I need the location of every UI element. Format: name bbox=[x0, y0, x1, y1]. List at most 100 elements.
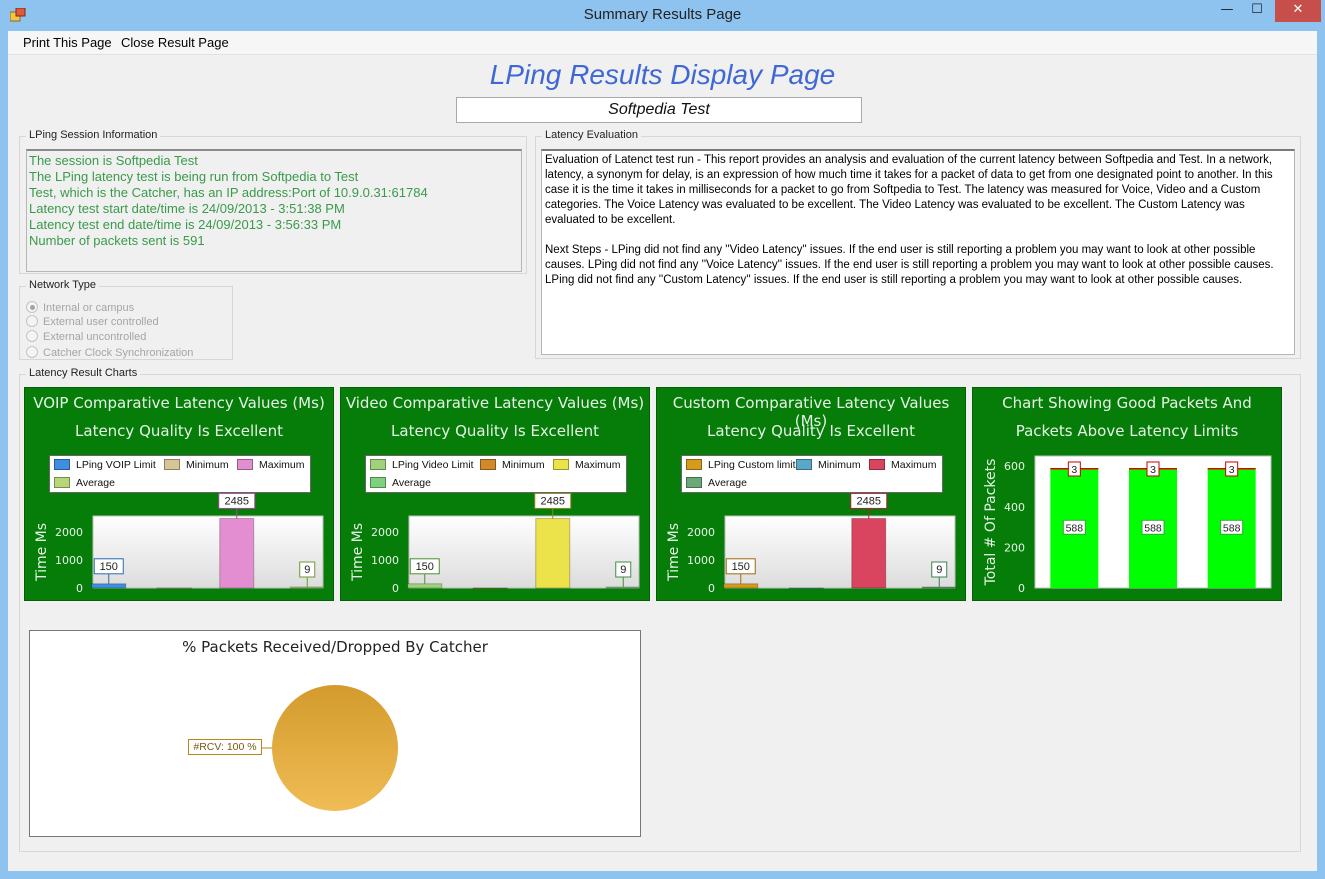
close-button[interactable]: ✕ bbox=[1275, 0, 1321, 22]
session-line: Number of packets sent is 591 bbox=[29, 233, 205, 248]
y-tick-label: 1000 bbox=[687, 554, 715, 567]
legend-item: Average bbox=[370, 477, 431, 489]
legend-swatch bbox=[164, 459, 180, 470]
legend-label: Minimum bbox=[502, 459, 545, 471]
legend-item: Minimum bbox=[480, 459, 545, 471]
y-tick-label: 1000 bbox=[371, 554, 399, 567]
y-axis-label: Total # Of Packets bbox=[983, 459, 999, 587]
maximize-button[interactable]: ☐ bbox=[1242, 0, 1272, 22]
data-label: 2485 bbox=[857, 495, 881, 507]
latency-evaluation-textbox[interactable]: Evaluation of Latenct test run - This re… bbox=[541, 149, 1295, 355]
legend-item: LPing VOIP Limit bbox=[54, 459, 156, 471]
radio-button[interactable] bbox=[26, 330, 38, 342]
legend-label: Average bbox=[708, 477, 747, 489]
legend-label: Average bbox=[392, 477, 431, 489]
radio-label: Internal or campus bbox=[43, 302, 135, 314]
bar bbox=[535, 517, 571, 589]
radio-button[interactable] bbox=[26, 346, 38, 358]
radio-label: External user controlled bbox=[43, 316, 159, 328]
plot-area bbox=[408, 515, 640, 589]
legend-swatch bbox=[370, 459, 386, 470]
radio-label: External uncontrolled bbox=[43, 331, 147, 343]
data-label: 588 bbox=[1144, 522, 1162, 534]
y-tick-label: 2000 bbox=[687, 526, 715, 539]
bar bbox=[605, 586, 641, 589]
legend-label: Minimum bbox=[818, 459, 861, 471]
network-type-label: Network Type bbox=[26, 279, 100, 291]
packets-received-pie-chart: % Packets Received/Dropped By Catcher #R… bbox=[29, 630, 641, 837]
page-title: LPing Results Display Page bbox=[489, 59, 836, 90]
bar bbox=[91, 583, 127, 589]
chart-legend: LPing Video Limit Minimum Maximum Average bbox=[365, 455, 627, 493]
legend-item: Minimum bbox=[796, 459, 861, 471]
window-title: Summary Results Page bbox=[583, 6, 742, 23]
legend-item: Minimum bbox=[164, 459, 229, 471]
bar bbox=[788, 587, 824, 589]
legend-label: LPing VOIP Limit bbox=[76, 459, 156, 471]
session-line: The session is Softpedia Test bbox=[29, 153, 198, 168]
y-tick-label: 0 bbox=[708, 582, 715, 595]
data-label: 3 bbox=[1071, 464, 1077, 476]
legend-label: Maximum bbox=[259, 459, 305, 471]
y-axis-label: Time Ms bbox=[666, 523, 682, 582]
minimize-button[interactable]: — bbox=[1212, 0, 1242, 22]
bar bbox=[219, 517, 255, 589]
data-label: 9 bbox=[620, 564, 626, 576]
menu-print-page[interactable]: Print This Page bbox=[23, 35, 112, 50]
latency-evaluation-group: Latency Evaluation Evaluation of Latenct… bbox=[535, 129, 1301, 359]
y-axis-label: Time Ms bbox=[34, 523, 50, 582]
radio-catcher-clock-sync[interactable]: Catcher Clock Synchronization bbox=[26, 346, 193, 359]
legend-item: Average bbox=[54, 477, 115, 489]
legend-item: LPing Video Limit bbox=[370, 459, 474, 471]
data-label: 588 bbox=[1066, 522, 1084, 534]
session-line: Latency test start date/time is 24/09/20… bbox=[29, 201, 345, 216]
legend-swatch bbox=[54, 459, 70, 470]
data-label: 150 bbox=[732, 561, 750, 573]
legend-item: Maximum bbox=[237, 459, 305, 471]
legend-item: Maximum bbox=[869, 459, 937, 471]
pie-slice-label: #RCV: 100 % bbox=[188, 739, 262, 755]
bar bbox=[921, 586, 957, 589]
legend-swatch bbox=[686, 477, 702, 488]
y-tick-label: 1000 bbox=[55, 554, 83, 567]
pie-slice-received bbox=[272, 685, 398, 811]
legend-swatch bbox=[54, 477, 70, 488]
latency-evaluation-label: Latency Evaluation bbox=[542, 129, 641, 141]
legend-item: Maximum bbox=[553, 459, 621, 471]
radio-external-user-controlled[interactable]: External user controlled bbox=[26, 315, 159, 328]
y-tick-label: 0 bbox=[76, 582, 83, 595]
pie-chart-canvas bbox=[262, 685, 398, 811]
menu-close-result-page[interactable]: Close Result Page bbox=[121, 35, 229, 50]
data-label: 150 bbox=[100, 561, 118, 573]
legend-item: Average bbox=[686, 477, 747, 489]
data-label: 2485 bbox=[225, 495, 249, 507]
title-bar[interactable]: Summary Results Page — ☐ ✕ bbox=[0, 0, 1325, 31]
legend-swatch bbox=[237, 459, 253, 470]
legend-label: LPing Custom limit bbox=[708, 459, 796, 471]
session-name-field[interactable]: Softpedia Test bbox=[456, 97, 862, 123]
latency-charts-label: Latency Result Charts bbox=[26, 367, 141, 379]
session-line: Test, which is the Catcher, has an IP ad… bbox=[29, 185, 428, 200]
data-label: 3 bbox=[1229, 464, 1235, 476]
legend-label: Minimum bbox=[186, 459, 229, 471]
y-tick-label: 200 bbox=[1004, 541, 1025, 554]
bar bbox=[851, 517, 887, 589]
session-info-textbox[interactable]: The session is Softpedia Test The LPing … bbox=[26, 149, 522, 272]
radio-internal-or-campus[interactable]: Internal or campus bbox=[26, 301, 134, 314]
legend-label: Average bbox=[76, 477, 115, 489]
data-label: 588 bbox=[1223, 522, 1241, 534]
radio-button[interactable] bbox=[26, 301, 38, 313]
plot-area bbox=[724, 515, 956, 589]
radio-button[interactable] bbox=[26, 315, 38, 327]
next-steps-paragraph: Next Steps - LPing did not find any ''Vi… bbox=[545, 244, 1274, 286]
radio-external-uncontrolled[interactable]: External uncontrolled bbox=[26, 330, 146, 343]
legend-swatch bbox=[370, 477, 386, 488]
data-label: 2485 bbox=[541, 495, 565, 507]
legend-swatch bbox=[553, 459, 569, 470]
legend-swatch bbox=[686, 459, 702, 470]
client-area: Print This Page Close Result Page LPing … bbox=[8, 31, 1317, 871]
session-line: The LPing latency test is being run from… bbox=[29, 169, 359, 184]
data-label: 3 bbox=[1150, 464, 1156, 476]
chart-legend: LPing VOIP Limit Minimum Maximum Average bbox=[49, 455, 311, 493]
video-latency-chart: Video Comparative Latency Values (Ms) Lat… bbox=[340, 387, 650, 601]
